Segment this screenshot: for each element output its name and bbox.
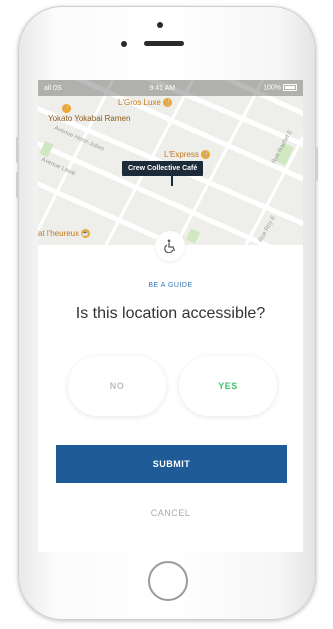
sensor-dot — [121, 41, 127, 47]
poi-l-express[interactable]: L'Express 🍴 — [164, 150, 212, 159]
volume-down-button — [16, 172, 19, 198]
power-button — [315, 147, 318, 181]
submit-button[interactable]: SUBMIT — [56, 445, 287, 483]
wheelchair-icon-badge — [155, 231, 185, 261]
restaurant-icon: 🍴 — [162, 98, 172, 107]
be-a-guide-label: BE A GUIDE — [148, 282, 193, 289]
status-bar: all 0S 9:41 AM 100% — [38, 80, 303, 96]
camera-icon — [157, 22, 163, 28]
accessibility-question: Is this location accessible? — [75, 305, 266, 322]
battery-status: 100% — [263, 84, 297, 92]
cancel-button[interactable]: CANCEL — [38, 508, 303, 518]
yes-button[interactable]: YES — [179, 356, 277, 416]
volume-up-button — [16, 137, 19, 163]
accessibility-sheet: BE A GUIDE Is this location accessible? … — [38, 231, 303, 552]
status-time: 9:41 AM — [149, 84, 176, 92]
selected-place-tooltip[interactable]: Crew Collective Café — [122, 161, 204, 176]
poi-at-l-heureux[interactable]: at l'heureux ☕ — [38, 229, 92, 238]
poi-l-gros-luxe[interactable]: L'Gros Luxe 🍴 — [118, 98, 174, 107]
map-view[interactable]: all 0S 9:41 AM 100% L'Gros Luxe 🍴 🍴 Yokat… — [38, 80, 303, 245]
wheelchair-icon — [164, 239, 176, 253]
speaker-grille — [144, 41, 184, 46]
restaurant-icon: 🍴 — [200, 150, 210, 159]
carrier-signal: all 0S — [44, 84, 62, 92]
cafe-icon: ☕ — [81, 229, 91, 238]
poi-yokato-yokabai-ramen[interactable]: 🍴 Yokato Yokabai Ramen — [48, 104, 130, 123]
battery-icon — [282, 84, 297, 92]
restaurant-icon: 🍴 — [62, 104, 71, 113]
selected-place-pin — [171, 174, 173, 186]
home-button[interactable] — [148, 561, 188, 601]
no-button[interactable]: NO — [68, 356, 166, 416]
phone-screen: all 0S 9:41 AM 100% L'Gros Luxe 🍴 🍴 Yokat… — [38, 80, 303, 552]
